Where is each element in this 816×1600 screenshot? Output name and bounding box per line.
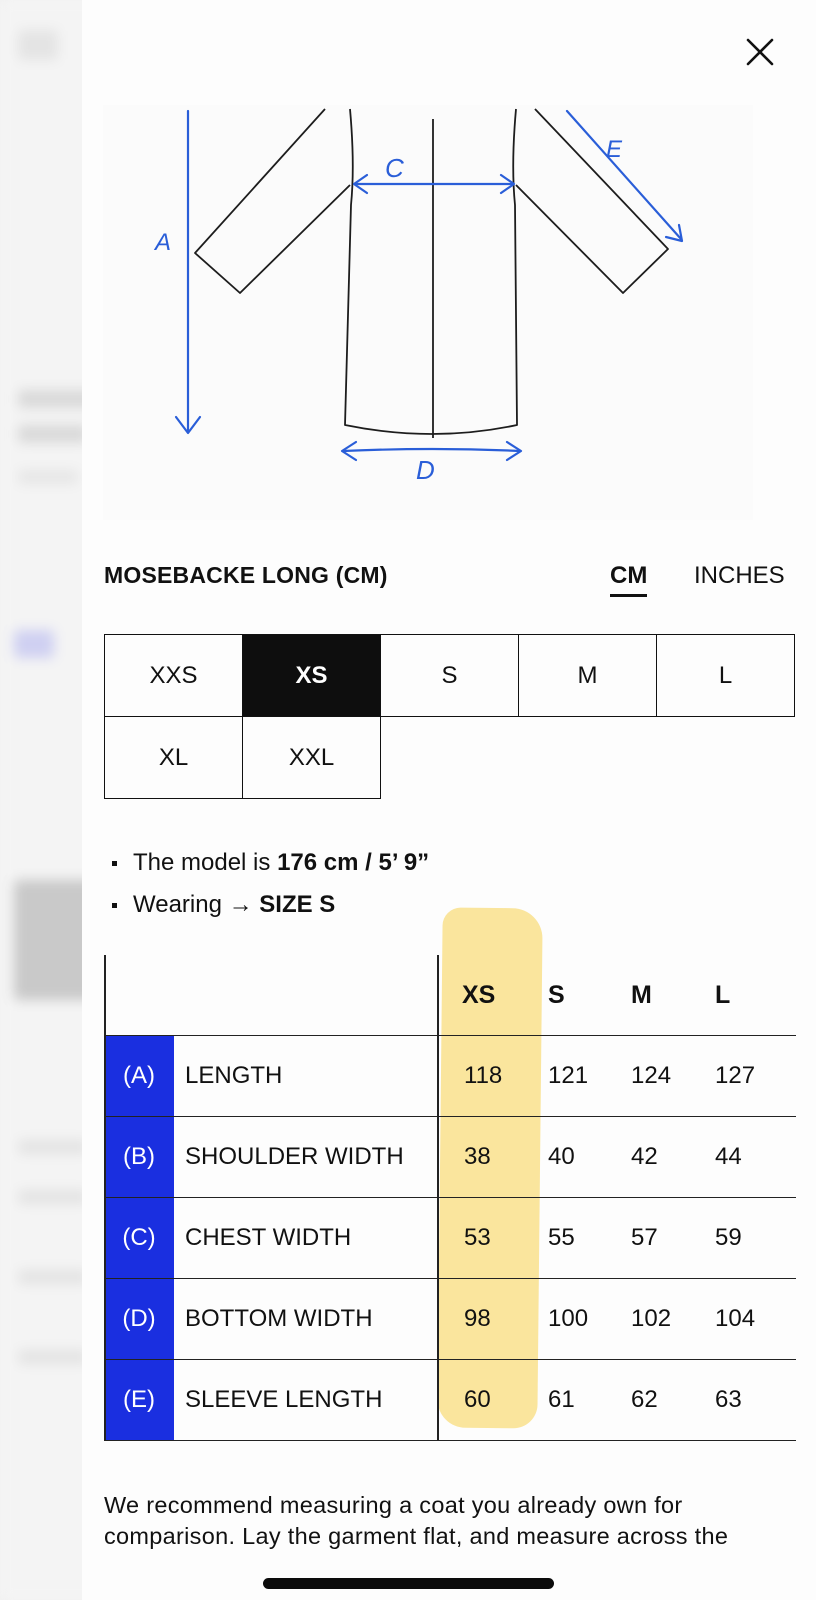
- row-letter-c: (C): [104, 1198, 174, 1278]
- row-name-chest-width: CHEST WIDTH: [185, 1224, 352, 1251]
- size-option-s[interactable]: S: [380, 634, 519, 717]
- label-e: E: [606, 136, 623, 163]
- value-s: 61: [548, 1386, 575, 1413]
- row-name-length: LENGTH: [185, 1062, 283, 1089]
- value-s: 100: [548, 1305, 589, 1332]
- table-row: (D) BOTTOM WIDTH 98 100 102 104: [104, 1279, 796, 1360]
- value-m: 62: [631, 1386, 658, 1413]
- close-icon: [746, 38, 774, 66]
- value-s: 55: [548, 1224, 575, 1251]
- value-l: 104: [715, 1305, 756, 1332]
- size-option-xl[interactable]: XL: [104, 716, 243, 799]
- column-header-l: L: [715, 980, 731, 1009]
- table-border-left: [104, 955, 106, 1441]
- size-option-l[interactable]: L: [656, 634, 795, 717]
- size-chart-title: MOSEBACKE LONG (CM): [104, 562, 388, 588]
- size-option-xxs[interactable]: XXS: [104, 634, 243, 717]
- value-xs: 98: [464, 1305, 491, 1332]
- row-letter-a: (A): [104, 1036, 174, 1116]
- value-l: 127: [715, 1062, 756, 1089]
- row-letter-d: (D): [104, 1279, 174, 1359]
- measuring-advice: We recommend measuring a coat you alread…: [104, 1492, 729, 1549]
- label-d: D: [416, 455, 435, 485]
- row-name-sleeve-length: SLEEVE LENGTH: [185, 1386, 383, 1413]
- table-header-row: XS S M L: [104, 955, 796, 1036]
- table-row: (E) SLEEVE LENGTH 60 61 62 63: [104, 1360, 796, 1441]
- value-l: 44: [715, 1143, 742, 1170]
- size-option-m[interactable]: M: [518, 634, 657, 717]
- value-m: 102: [631, 1305, 672, 1332]
- model-wearing-size: SIZE S: [259, 891, 336, 918]
- value-l: 63: [715, 1386, 742, 1413]
- size-option-xxl[interactable]: XXL: [242, 716, 381, 799]
- column-header-s: S: [548, 980, 565, 1009]
- value-m: 124: [631, 1062, 672, 1089]
- row-letter-b: (B): [104, 1117, 174, 1197]
- value-l: 59: [715, 1224, 742, 1251]
- table-row: (C) CHEST WIDTH 53 55 57 59: [104, 1198, 796, 1279]
- model-wearing-label: Wearing →: [133, 891, 253, 918]
- value-m: 57: [631, 1224, 658, 1251]
- measurements-table: XS S M L (A) LENGTH 118 121 124 127 (B) …: [104, 955, 796, 1441]
- value-xs: 53: [464, 1224, 491, 1251]
- measurement-diagram: A C D E: [103, 105, 753, 520]
- value-xs: 118: [464, 1062, 503, 1089]
- column-header-xs: XS: [462, 980, 496, 1009]
- close-button[interactable]: [738, 30, 782, 74]
- bullet-icon: [112, 902, 117, 908]
- table-row: (A) LENGTH 118 121 124 127: [104, 1036, 796, 1117]
- size-option-xs[interactable]: XS: [242, 634, 381, 717]
- table-column-divider: [437, 955, 439, 1441]
- unit-toggle-inches[interactable]: INCHES: [694, 562, 785, 590]
- coat-drawing: A C D E: [153, 108, 684, 485]
- model-height-value: 176 cm / 5’ 9”: [277, 849, 430, 876]
- label-a: A: [153, 229, 171, 256]
- bullet-icon: [112, 860, 117, 866]
- model-wearing-row: Wearing → SIZE S: [112, 884, 429, 926]
- column-header-m: M: [631, 980, 652, 1009]
- row-letter-e: (E): [104, 1360, 174, 1440]
- unit-toggle-cm[interactable]: CM: [610, 562, 648, 597]
- row-name-shoulder-width: SHOULDER WIDTH: [185, 1143, 404, 1170]
- value-xs: 60: [464, 1386, 491, 1413]
- model-height-label: The model is: [133, 849, 271, 876]
- row-name-bottom-width: BOTTOM WIDTH: [185, 1305, 373, 1332]
- size-selector: XXS XS S M L XL XXL: [104, 634, 796, 799]
- value-s: 121: [548, 1062, 589, 1089]
- value-xs: 38: [464, 1143, 491, 1170]
- label-c: C: [385, 153, 404, 183]
- model-info: The model is 176 cm / 5’ 9” Wearing → SI…: [112, 842, 429, 926]
- value-s: 40: [548, 1143, 575, 1170]
- model-height-row: The model is 176 cm / 5’ 9”: [112, 842, 429, 884]
- table-row: (B) SHOULDER WIDTH 38 40 42 44: [104, 1117, 796, 1198]
- home-indicator[interactable]: [263, 1578, 554, 1589]
- value-m: 42: [631, 1143, 658, 1170]
